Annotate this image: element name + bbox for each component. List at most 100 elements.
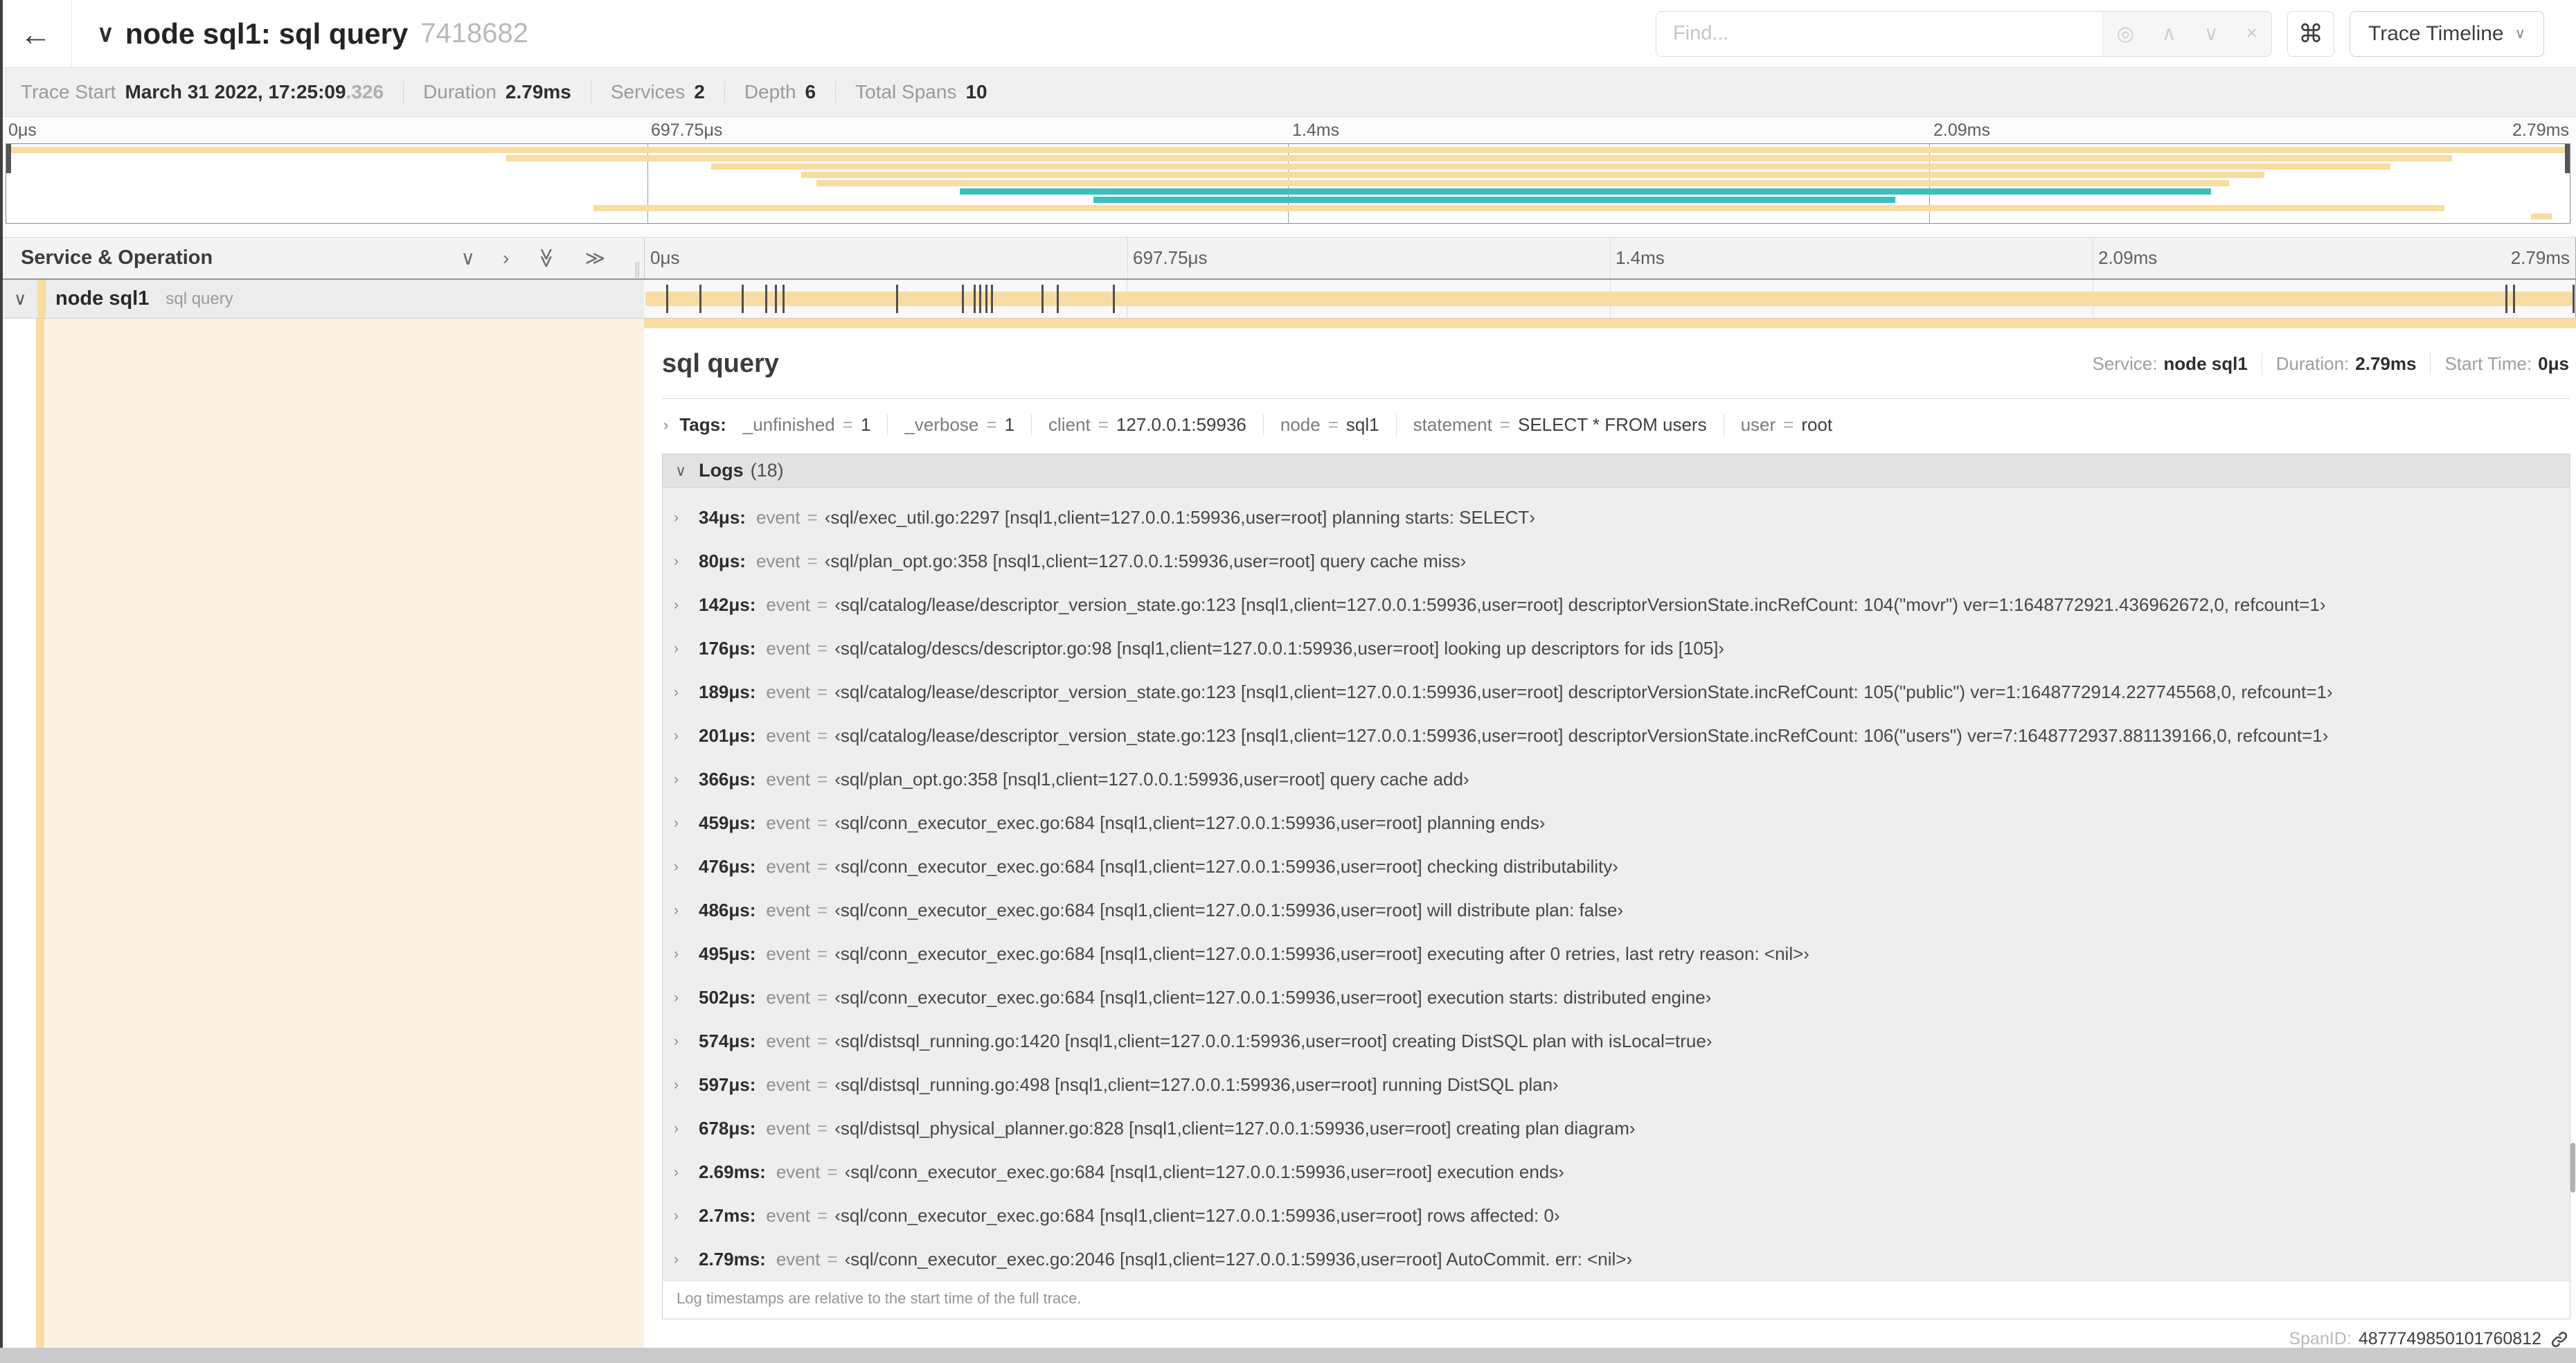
horizontal-scrollbar[interactable] [0, 1348, 2576, 1363]
tag-key: client [1048, 414, 1091, 435]
log-timestamp: 574μs: [699, 1031, 756, 1051]
log-row[interactable]: › 678μs: event = ‹sql/distsql_physical_plann… [663, 1107, 2570, 1150]
prev-result-icon[interactable]: ∧ [2162, 21, 2176, 46]
minimap-axis: 0μs 697.75μs 1.4ms 2.09ms 2.79ms [6, 117, 2570, 142]
log-field-key: event [766, 987, 811, 1008]
trace-collapse-chevron-icon[interactable]: ∨ [97, 20, 114, 48]
collapse-all-icon[interactable]: ≫ [536, 248, 559, 268]
log-marker-tick [2505, 285, 2507, 313]
locate-icon[interactable]: ◎ [2117, 21, 2134, 46]
minimap-span [2531, 213, 2552, 220]
find-input[interactable] [1656, 11, 2102, 56]
log-timestamp: 495μs: [699, 943, 756, 964]
log-field-key: event [766, 943, 811, 964]
total-spans-item: Total Spans 10 [835, 81, 1006, 103]
collapse-one-icon[interactable]: ∨ [461, 247, 476, 269]
deep-link-icon[interactable] [2550, 1330, 2569, 1349]
log-row[interactable]: › 366μs: event = ‹sql/plan_opt.go:358 [nsql1… [663, 758, 2570, 801]
minimap-tick-label: 2.09ms [1933, 121, 1990, 140]
log-row[interactable]: › 476μs: event = ‹sql/conn_executor_exec.go:… [663, 845, 2570, 889]
log-field-key: event [766, 1118, 811, 1139]
log-row[interactable]: › 502μs: event = ‹sql/conn_executor_exec.go:… [663, 976, 2570, 1019]
span-bar-area[interactable] [644, 280, 2576, 318]
log-row[interactable]: › 2.7ms: event = ‹sql/conn_executor_exec.go:… [663, 1194, 2570, 1238]
logs-header[interactable]: ∨ Logs (18) [663, 454, 2570, 488]
log-field-key: event [766, 812, 811, 833]
span-color-strip [36, 319, 44, 1348]
span-name-column: ∨ node sql1 sql query [0, 280, 644, 318]
log-equals: = [817, 812, 828, 833]
tags-accordion[interactable]: › Tags: _unfinished = 1 _verbose = 1 client = 12… [662, 399, 2570, 449]
duration-value: 2.79ms [505, 81, 571, 103]
timeline-gridline [1127, 238, 1128, 278]
viewport-handle-right[interactable] [2565, 144, 2570, 173]
logs-label: Logs [699, 460, 744, 481]
log-timestamp: 459μs: [699, 812, 756, 833]
minimap-span [711, 163, 2390, 170]
log-field-value: ‹sql/conn_executor_exec.go:684 [nsql1,cl… [834, 1205, 1560, 1226]
log-row[interactable]: › 459μs: event = ‹sql/conn_executor_exec.go:… [663, 801, 2570, 845]
chevron-right-icon: › [674, 1207, 679, 1224]
back-button[interactable]: ← [0, 0, 72, 67]
log-row[interactable]: › 201μs: event = ‹sql/catalog/lease/descript… [663, 714, 2570, 758]
log-row[interactable]: › 189μs: event = ‹sql/catalog/lease/descript… [663, 670, 2570, 714]
chevron-right-icon: › [674, 902, 679, 918]
log-equals: = [817, 943, 828, 964]
trace-start-label: Trace Start [21, 81, 116, 103]
log-row[interactable]: › 597μs: event = ‹sql/distsql_running.go:498… [663, 1063, 2570, 1107]
log-row[interactable]: › 574μs: event = ‹sql/distsql_running.go:142… [663, 1019, 2570, 1063]
log-row[interactable]: › 2.69ms: event = ‹sql/conn_executor_exec.go… [663, 1150, 2570, 1194]
trace-view-select-button[interactable]: Trace Timeline ∨ [2350, 10, 2544, 57]
span-stats: Service: node sql1 Duration: 2.79ms Start … [2079, 353, 2571, 375]
trace-title: node sql1: sql query [125, 17, 409, 50]
log-field-value: ‹sql/plan_opt.go:358 [nsql1,client=127.0… [834, 769, 1469, 790]
log-equals: = [817, 856, 828, 877]
span-color-strip [37, 280, 46, 318]
tag-equals: = [1499, 414, 1510, 435]
column-resize-grip[interactable]: ∥ [634, 260, 642, 278]
log-row[interactable]: › 80μs: event = ‹sql/plan_opt.go:358 [nsql1,… [663, 540, 2570, 583]
tag-key: node [1280, 414, 1321, 435]
log-row[interactable]: › 142μs: event = ‹sql/catalog/lease/descript… [663, 583, 2570, 627]
detail-row-highlight [44, 319, 644, 1348]
log-row[interactable]: › 2.79ms: event = ‹sql/conn_executor_exec.go… [663, 1238, 2570, 1281]
expand-one-icon[interactable]: › [503, 247, 509, 269]
log-row[interactable]: › 34μs: event = ‹sql/exec_util.go:2297 [nsql… [663, 496, 2570, 540]
keyboard-shortcuts-button[interactable]: ⌘ [2287, 10, 2334, 57]
trace-summary-bar: Trace Start March 31 2022, 17:25:09.326 … [0, 68, 2576, 117]
log-marker-tick [991, 285, 994, 313]
log-field-value: ‹sql/conn_executor_exec.go:684 [nsql1,cl… [834, 987, 1712, 1008]
log-field-key: event [776, 1249, 821, 1270]
log-row[interactable]: › 495μs: event = ‹sql/conn_executor_exec.go:… [663, 932, 2570, 976]
expand-all-icon[interactable]: ≫ [585, 247, 605, 269]
log-equals: = [817, 987, 828, 1008]
span-duration-bar[interactable] [645, 292, 2573, 306]
trace-start-fraction: .326 [346, 81, 384, 103]
span-collapse-chevron-icon[interactable]: ∨ [14, 289, 35, 310]
chevron-right-icon: › [674, 771, 679, 787]
chevron-right-icon: › [674, 989, 679, 1006]
back-arrow-icon: ← [19, 15, 52, 52]
span-id-value: 4877749850101760812 [2358, 1329, 2541, 1348]
next-result-icon[interactable]: ∨ [2203, 21, 2218, 46]
viewport-handle-left[interactable] [6, 144, 11, 173]
duration-label: Duration [423, 81, 497, 103]
collapse-controls: ∨ › ≫ ≫ [461, 238, 605, 278]
log-row[interactable]: › 486μs: event = ‹sql/conn_executor_exec.go:… [663, 889, 2570, 932]
span-row[interactable]: ∨ node sql1 sql query [0, 280, 2576, 319]
log-field-value: ‹sql/distsql_physical_planner.go:828 [ns… [834, 1118, 1636, 1139]
log-marker-tick [985, 285, 987, 313]
trace-start-value: March 31 2022, 17:25:09.326 [125, 81, 384, 103]
log-field-value: ‹sql/catalog/descs/descriptor.go:98 [nsq… [834, 638, 1725, 659]
tag-item: _unfinished = 1 [742, 414, 888, 436]
log-field-key: event [766, 725, 811, 746]
log-field-value: ‹sql/catalog/lease/descriptor_version_st… [834, 594, 2326, 615]
log-row[interactable]: › 176μs: event = ‹sql/catalog/descs/descript… [663, 627, 2570, 670]
vertical-scrollbar-thumb[interactable] [2570, 1143, 2575, 1193]
log-field-key: event [766, 1074, 811, 1095]
duration-item: Duration 2.79ms [403, 81, 591, 103]
command-icon: ⌘ [2298, 19, 2323, 48]
minimap-canvas[interactable] [6, 143, 2570, 224]
log-marker-tick [742, 285, 744, 313]
clear-search-icon[interactable]: × [2246, 22, 2257, 45]
